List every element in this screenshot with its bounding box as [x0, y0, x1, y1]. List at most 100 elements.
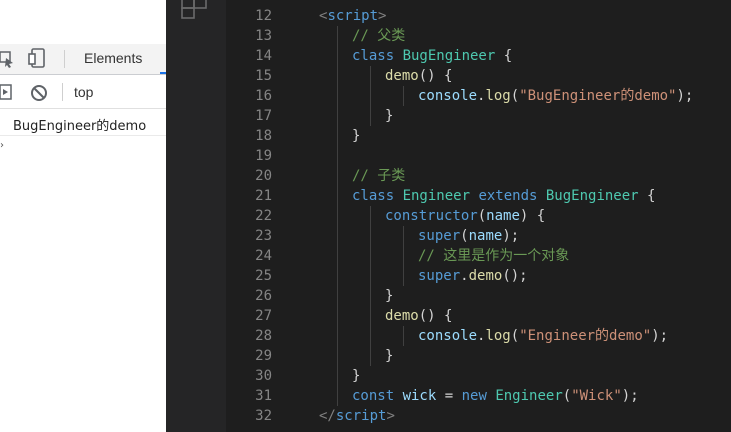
- line-number: 25: [255, 268, 272, 284]
- indent-guide: [337, 26, 338, 406]
- line-number: 26: [255, 288, 272, 304]
- code-line: demo() {: [385, 66, 452, 86]
- device-toolbar-icon[interactable]: [28, 48, 48, 72]
- code-token: );: [621, 388, 639, 404]
- code-token: ();: [502, 268, 528, 284]
- clear-console-icon[interactable]: [30, 84, 48, 106]
- code-token: Engineer: [495, 388, 563, 404]
- indent-guide: [370, 66, 371, 126]
- console-toolbar-divider: [62, 83, 63, 101]
- line-number: 27: [255, 308, 272, 324]
- code-line: <script>: [319, 6, 386, 26]
- code-line: demo() {: [385, 306, 452, 326]
- code-line: constructor(name) {: [385, 206, 545, 226]
- line-number: 22: [255, 208, 272, 224]
- code-line: console.log("Engineer的demo");: [418, 326, 668, 346]
- code-token: }: [352, 128, 361, 144]
- context-selector[interactable]: top: [74, 84, 93, 100]
- explorer-icon[interactable]: [180, 0, 208, 20]
- code-line: class Engineer extends BugEngineer {: [352, 186, 655, 206]
- code-line: // 这里是作为一个对象: [418, 246, 569, 266]
- code-line: </script>: [319, 406, 395, 426]
- code-token: ) {: [519, 208, 546, 224]
- code-token: BugEngineer: [402, 48, 496, 64]
- code-token: .: [460, 268, 469, 284]
- console-prompt-icon: ›: [0, 140, 4, 151]
- code-token: "BugEngineer的demo": [519, 88, 677, 104]
- code-editor[interactable]: <script>// 父类 class BugEngineer {demo() {…: [286, 0, 731, 432]
- code-token: script: [327, 8, 379, 24]
- code-token: class: [352, 48, 403, 64]
- toolbar-divider: [64, 50, 65, 68]
- code-token: log: [485, 88, 511, 104]
- code-token: {: [638, 188, 656, 204]
- code-token: new: [461, 388, 496, 404]
- code-token: {: [495, 48, 513, 64]
- code-token: (: [510, 88, 520, 104]
- line-number: 18: [255, 128, 272, 144]
- code-token: () {: [418, 68, 453, 84]
- code-line: }: [385, 106, 393, 126]
- line-number: 32: [255, 408, 272, 424]
- code-token: script: [335, 408, 387, 424]
- code-token: name: [468, 228, 503, 244]
- code-token: // 这里是作为一个对象: [418, 248, 570, 264]
- line-number: 24: [255, 248, 272, 264]
- code-token: (: [510, 328, 520, 344]
- code-token: log: [485, 328, 511, 344]
- code-token: wick: [402, 388, 437, 404]
- code-token: const: [352, 388, 403, 404]
- code-token: </: [319, 408, 336, 424]
- code-line: }: [352, 366, 360, 386]
- code-token: (: [477, 208, 487, 224]
- code-token: demo: [468, 268, 503, 284]
- code-line: // 父类: [352, 26, 405, 46]
- line-number: 13: [255, 28, 272, 44]
- code-token: Engineer: [402, 188, 479, 204]
- code-token: () {: [418, 308, 453, 324]
- code-token: }: [385, 108, 394, 124]
- code-line: super.demo();: [418, 266, 528, 286]
- indent-guide: [370, 206, 371, 366]
- code-line: }: [352, 126, 360, 146]
- line-number: 12: [255, 8, 272, 24]
- editor-activity-strip: [166, 0, 226, 432]
- code-token: extends: [478, 188, 546, 204]
- tab-elements[interactable]: Elements: [84, 50, 142, 66]
- code-token: super: [418, 228, 461, 244]
- show-sidebar-icon[interactable]: [0, 84, 12, 104]
- line-number: 28: [255, 328, 272, 344]
- console-message-divider: [0, 135, 166, 136]
- code-token: "Engineer的demo": [519, 328, 652, 344]
- line-number: 21: [255, 188, 272, 204]
- code-token: }: [352, 368, 361, 384]
- code-line: super(name);: [418, 226, 519, 246]
- code-token: constructor: [385, 208, 478, 224]
- code-token: console: [418, 88, 478, 104]
- code-line: class BugEngineer {: [352, 46, 512, 66]
- code-token: }: [385, 288, 394, 304]
- indent-guide: [403, 86, 404, 106]
- code-token: demo: [385, 68, 419, 84]
- indent-guide: [403, 326, 404, 346]
- code-token: (: [460, 228, 469, 244]
- line-number: 20: [255, 168, 272, 184]
- devtools-panel: Elements top BugEngineer的demo ›: [0, 0, 166, 432]
- line-number: 23: [255, 228, 272, 244]
- line-number: 29: [255, 348, 272, 364]
- code-token: =: [436, 388, 462, 404]
- code-token: );: [502, 228, 520, 244]
- line-number: 15: [255, 68, 272, 84]
- code-line: }: [385, 286, 393, 306]
- code-token: // 子类: [352, 168, 406, 184]
- code-token: console: [418, 328, 478, 344]
- inspect-element-icon[interactable]: [0, 50, 14, 72]
- code-line: const wick = new Engineer("Wick");: [352, 386, 639, 406]
- code-token: super: [418, 268, 461, 284]
- code-token: >: [378, 8, 387, 24]
- code-token: );: [651, 328, 669, 344]
- code-token: demo: [385, 308, 419, 324]
- line-number: 16: [255, 88, 272, 104]
- code-token: // 父类: [352, 28, 406, 44]
- code-token: (: [562, 388, 572, 404]
